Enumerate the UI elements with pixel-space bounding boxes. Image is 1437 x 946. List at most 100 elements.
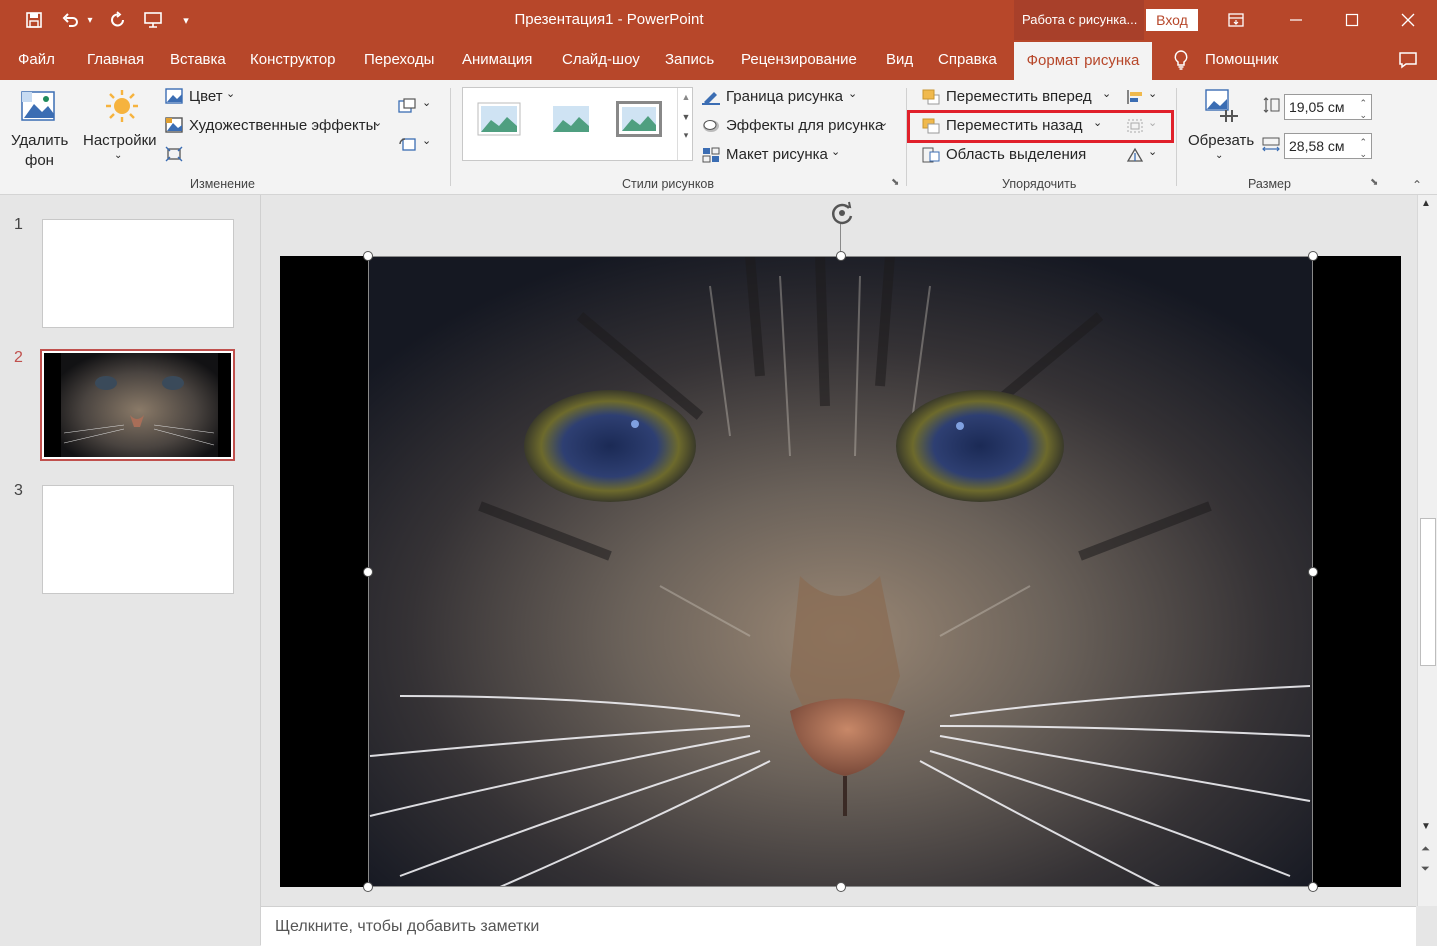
ribbon: Удалить фон Настройки ⌄ Цвет ⌄ Художеств… [0,80,1437,195]
group-objects-dropdown-icon[interactable]: ⌄ [1148,116,1157,129]
vertical-scrollbar[interactable]: ▲ ▼ ⏶ ⏷ [1417,195,1437,906]
resize-handle-top[interactable] [836,251,846,261]
tab-insert[interactable]: Вставка [170,51,226,68]
tab-view[interactable]: Вид [886,51,913,68]
resize-handle-bottom-left[interactable] [363,882,373,892]
resize-handle-bottom[interactable] [836,882,846,892]
color-dropdown-icon[interactable]: ⌄ [226,87,235,100]
width-down-icon[interactable]: ⌄ [1359,142,1367,166]
ribbon-display-options-icon[interactable] [1208,0,1264,40]
notes-placeholder[interactable]: Щелкните, чтобы добавить заметки [275,918,539,936]
picture-style-simple-frame[interactable] [477,102,521,136]
picture-border-button[interactable]: Граница рисунка [726,88,843,105]
rotation-handle-icon[interactable] [827,200,857,228]
change-picture-icon[interactable] [398,98,416,114]
tab-picture-format[interactable]: Формат рисунка [1014,42,1152,80]
tab-transitions[interactable]: Переходы [364,51,434,68]
bring-forward-button[interactable]: Переместить вперед [946,88,1092,105]
selection-pane-button[interactable]: Область выделения [946,146,1086,163]
change-picture-dropdown-icon[interactable]: ⌄ [422,96,431,109]
align-icon[interactable] [1126,89,1144,105]
bring-forward-dropdown-icon[interactable]: ⌄ [1102,87,1111,100]
color-button[interactable]: Цвет [189,88,223,105]
corrections-button[interactable]: Настройки [83,132,157,149]
tab-review[interactable]: Рецензирование [741,51,857,68]
collapse-ribbon-icon[interactable]: ⌃ [1412,178,1422,192]
picture-layout-dropdown-icon[interactable]: ⌄ [831,145,840,158]
slide-number: 1 [14,216,23,233]
slide-thumbnail-1[interactable] [42,219,234,328]
resize-handle-top-right[interactable] [1308,251,1318,261]
tab-record[interactable]: Запись [665,51,714,68]
resize-handle-left[interactable] [363,567,373,577]
resize-handle-right[interactable] [1308,567,1318,577]
crop-button[interactable]: Обрезать [1188,132,1254,149]
picture-layout-button[interactable]: Макет рисунка [726,146,828,163]
tab-tell-me[interactable]: Помощник [1205,51,1278,68]
picture-border-icon[interactable] [702,89,720,105]
send-backward-dropdown-icon[interactable]: ⌄ [1093,116,1102,129]
size-launcher-icon[interactable]: ⬊ [1370,177,1378,188]
picture-effects-icon[interactable] [702,118,720,134]
resize-handle-top-left[interactable] [363,251,373,261]
gallery-up-icon[interactable]: ▲ [678,92,694,102]
tab-animations[interactable]: Анимация [462,51,532,68]
notes-pane[interactable]: Щелкните, чтобы добавить заметки [261,906,1416,946]
minimize-icon[interactable] [1268,0,1324,40]
artistic-effects-button[interactable]: Художественные эффекты [189,117,376,134]
comments-icon[interactable] [1398,51,1418,73]
scroll-thumb[interactable] [1420,518,1436,666]
rotate-dropdown-icon[interactable]: ⌄ [1148,145,1157,158]
height-spinner[interactable]: 19,05 см ⌃ ⌄ [1284,94,1372,120]
reset-picture-icon[interactable] [398,136,416,152]
send-backward-icon[interactable] [922,118,940,134]
slide-thumbnail-2[interactable] [40,349,235,461]
previous-slide-icon[interactable]: ⏶ [1421,843,1430,856]
send-backward-button[interactable]: Переместить назад [946,117,1083,134]
gallery-scroll[interactable]: ▲ ▼ ▾ [677,88,694,160]
remove-background-button[interactable]: Удалить [11,132,68,149]
compress-pictures-icon[interactable] [165,146,183,162]
remove-background-icon[interactable] [20,88,58,126]
close-icon[interactable] [1380,0,1436,40]
crop-icon[interactable] [1204,88,1240,126]
resize-handle-bottom-right[interactable] [1308,882,1318,892]
tab-help[interactable]: Справка [938,51,997,68]
artistic-effects-dropdown-icon[interactable]: ⌄ [373,116,382,129]
slide-canvas[interactable] [280,256,1401,887]
picture-layout-icon[interactable] [702,147,720,163]
lightbulb-icon[interactable] [1172,49,1190,75]
picture-style-soft-edge[interactable] [549,102,593,136]
reset-picture-dropdown-icon[interactable]: ⌄ [422,134,431,147]
cat-photo[interactable] [280,256,1401,887]
tab-slideshow[interactable]: Слайд-шоу [562,51,640,68]
rotate-icon[interactable] [1126,147,1144,163]
scroll-down-icon[interactable]: ▼ [1421,821,1431,832]
align-dropdown-icon[interactable]: ⌄ [1148,87,1157,100]
color-icon[interactable] [165,88,183,104]
crop-dropdown-icon[interactable]: ⌄ [1215,150,1223,161]
selection-pane-icon[interactable] [922,147,940,163]
picture-style-drop-shadow[interactable] [615,100,663,138]
maximize-icon[interactable] [1324,0,1380,40]
tab-home[interactable]: Главная [87,51,144,68]
tab-design[interactable]: Конструктор [250,51,336,68]
corrections-sun-icon[interactable] [104,88,140,124]
picture-effects-button[interactable]: Эффекты для рисунка [726,117,883,134]
scroll-up-icon[interactable]: ▲ [1421,198,1431,209]
bring-forward-icon[interactable] [922,89,940,105]
width-spinner[interactable]: 28,58 см ⌃ ⌄ [1284,133,1372,159]
tab-file[interactable]: Файл [18,51,55,68]
height-down-icon[interactable]: ⌄ [1359,103,1367,127]
gallery-down-icon[interactable]: ▼ [678,112,694,122]
sign-in-button[interactable]: Вход [1146,9,1198,31]
picture-border-dropdown-icon[interactable]: ⌄ [848,87,857,100]
next-slide-icon[interactable]: ⏷ [1421,863,1430,876]
slide-thumbnail-3[interactable] [42,485,234,594]
artistic-effects-icon[interactable] [165,117,183,133]
group-objects-icon[interactable] [1126,118,1144,134]
gallery-more-icon[interactable]: ▾ [678,130,694,141]
corrections-dropdown-icon[interactable]: ⌄ [114,150,122,161]
format-picture-launcher-icon[interactable]: ⬊ [891,177,899,188]
picture-effects-dropdown-icon[interactable]: ⌄ [879,116,888,129]
